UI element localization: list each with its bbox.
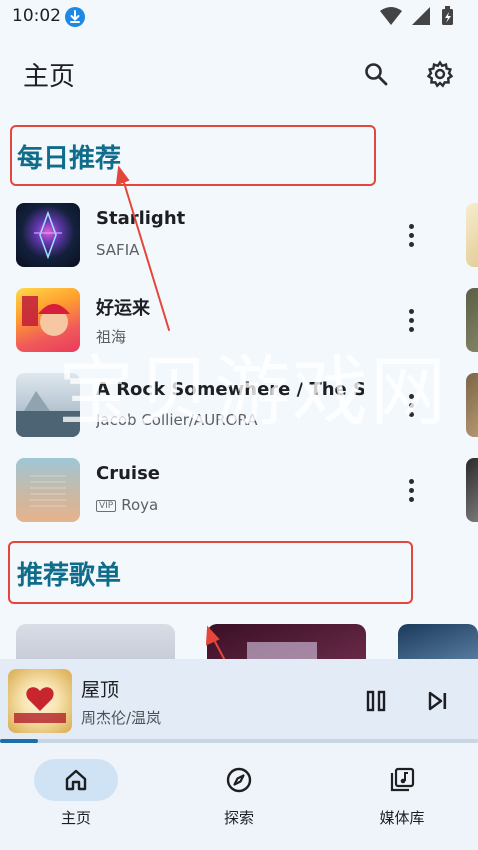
nav-pill xyxy=(197,759,281,801)
mini-player-artist: 周杰伦/温岚 xyxy=(81,709,162,727)
mini-player-cover xyxy=(8,669,72,733)
annotation-arrowhead xyxy=(205,625,220,646)
nav-pill xyxy=(34,759,118,801)
skip-next-icon xyxy=(428,691,447,711)
bottom-nav: 主页 探索 媒体库 xyxy=(0,743,478,850)
library-icon xyxy=(390,767,415,792)
mini-player-title: 屋顶 xyxy=(81,679,120,701)
nav-label: 探索 xyxy=(223,809,254,827)
home-icon xyxy=(65,769,87,791)
annotation-arrowhead xyxy=(115,165,130,186)
pause-button[interactable] xyxy=(356,681,396,721)
annotation-arrow xyxy=(121,175,170,331)
next-track-button[interactable] xyxy=(418,681,458,721)
nav-pill xyxy=(360,759,444,801)
nav-item-library[interactable]: 媒体库 xyxy=(342,759,462,839)
mini-player[interactable]: 屋顶 周杰伦/温岚 xyxy=(0,659,478,743)
pause-icon xyxy=(366,690,386,712)
nav-label: 主页 xyxy=(60,809,91,827)
nav-item-explore[interactable]: 探索 xyxy=(179,759,299,839)
nav-label: 媒体库 xyxy=(379,809,425,827)
nav-item-home[interactable]: 主页 xyxy=(16,759,136,839)
compass-icon xyxy=(226,767,252,793)
